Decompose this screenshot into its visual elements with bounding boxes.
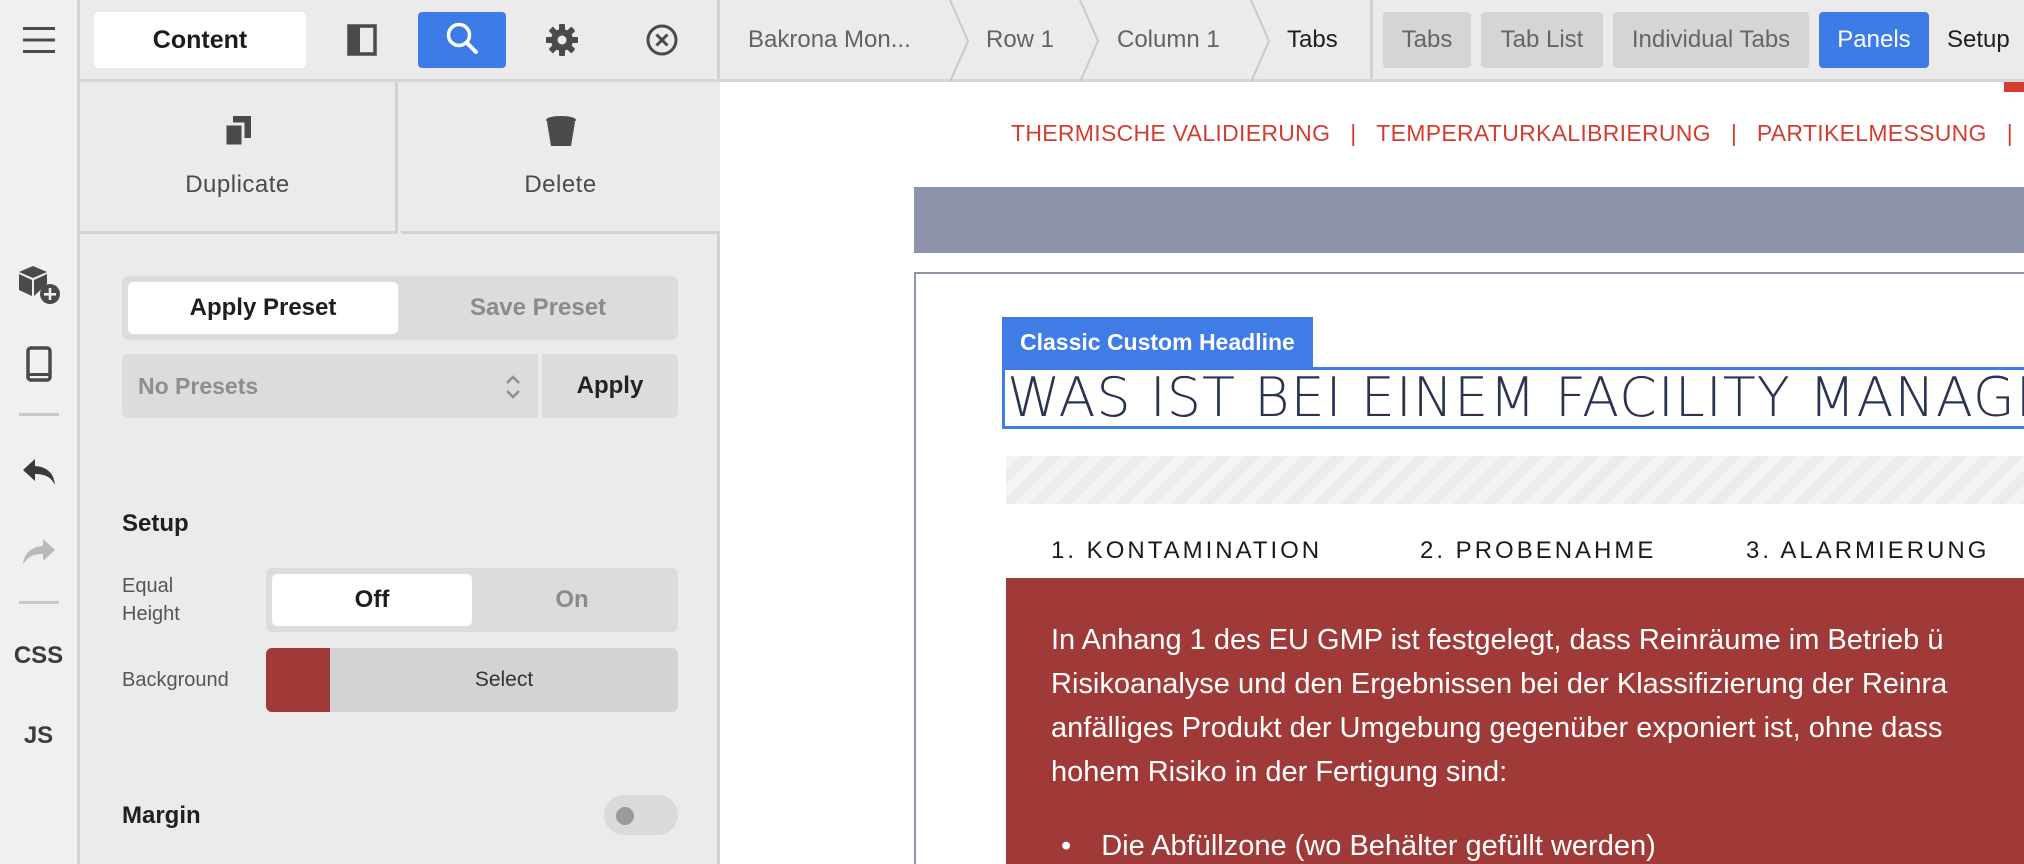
nav-link[interactable]: PARTIKELMESSUNG <box>1757 120 1987 146</box>
breadcrumb-item[interactable]: Column 1 <box>1117 0 1220 79</box>
preset-mode-toggle: Apply Preset Save Preset <box>122 276 678 340</box>
page-headline: WAS IST BEI EINEM FACILITY MANAGEME <box>1007 366 2024 429</box>
equal-height-off[interactable]: Off <box>272 574 472 626</box>
nav-separator: | <box>1350 120 1357 146</box>
equal-height-toggle: Off On <box>266 568 678 632</box>
content-tab-probenahme[interactable]: 2. PROBENAHME <box>1420 522 1656 580</box>
tab-panels[interactable]: Panels <box>1819 12 1929 68</box>
js-button[interactable]: JS <box>0 710 77 762</box>
content-tab-kontamination[interactable]: 1. KONTAMINATION <box>1051 522 1322 580</box>
breadcrumb-item[interactable]: Row 1 <box>986 0 1054 79</box>
nav-separator: | <box>2006 120 2013 146</box>
tab-individual-tabs[interactable]: Individual Tabs <box>1613 12 1809 68</box>
panel-list-item: • Die Abfüllzone (wo Behälter gefüllt we… <box>1061 830 1656 863</box>
breadcrumb-chevron-icon <box>949 0 970 82</box>
headline-selection-box[interactable]: WAS IST BEI EINEM FACILITY MANAGEME <box>1002 367 2024 429</box>
delete-label: Delete <box>524 171 597 198</box>
panel-text-line: anfälliges Produkt der Umgebung gegenübe… <box>1051 712 1943 744</box>
site-navigation: THERMISCHE VALIDIERUNG | TEMPERATURKALIBRI… <box>1011 120 2024 147</box>
tab-setup[interactable]: Setup <box>1939 12 2024 68</box>
equal-height-on[interactable]: On <box>472 574 672 626</box>
content-tabs: 1. KONTAMINATION 2. PROBENAHME 3. ALARMI… <box>1006 522 2024 582</box>
headline-element-tag[interactable]: Classic Custom Headline <box>1002 317 1313 367</box>
margin-toggle[interactable] <box>604 795 678 835</box>
content-tab[interactable]: Content <box>94 12 306 68</box>
mobile-preview-icon[interactable] <box>0 338 77 390</box>
panel-list-item-text: Die Abfüllzone (wo Behälter gefüllt werd… <box>1101 830 1656 862</box>
breadcrumb-item[interactable]: Bakrona Mon... <box>748 0 911 79</box>
select-chevrons-icon <box>504 374 522 406</box>
background-select-button[interactable]: Select <box>330 648 678 712</box>
rail-divider <box>19 601 59 604</box>
duplicate-icon <box>223 114 253 153</box>
redo-icon[interactable] <box>0 526 77 578</box>
apply-preset-button[interactable]: Apply <box>542 354 678 418</box>
tab-panel: In Anhang 1 des EU GMP ist festgelegt, d… <box>1006 578 2024 864</box>
panel-text-line: Risikoanalyse und den Ergebnissen bei de… <box>1051 668 1948 700</box>
undo-icon[interactable] <box>0 446 77 498</box>
background-label: Background <box>122 669 229 691</box>
margin-section-title: Margin <box>122 802 201 829</box>
save-preset-tab[interactable]: Save Preset <box>404 282 672 334</box>
inspector-toolbar: Content <box>80 0 720 82</box>
red-accent-mark <box>2004 82 2024 92</box>
equal-height-label-line1: Equal <box>122 575 174 597</box>
preset-select-value: No Presets <box>138 372 259 399</box>
trash-icon <box>544 114 578 153</box>
background-color-picker[interactable]: Select <box>266 648 678 712</box>
preset-select[interactable]: No Presets <box>122 354 538 418</box>
panel-text: In Anhang 1 des EU GMP ist festgelegt, d… <box>1051 618 2024 794</box>
css-button[interactable]: CSS <box>0 630 77 682</box>
search-icon <box>445 21 479 60</box>
rail-divider <box>19 413 59 416</box>
content-tab-alarmierung[interactable]: 3. ALARMIERUNG <box>1746 522 1989 580</box>
apply-preset-tab[interactable]: Apply Preset <box>128 282 398 334</box>
breadcrumb-chevron-icon <box>1250 0 1271 82</box>
panel-text-line: hohem Risiko in der Fertigung sind: <box>1051 756 1508 788</box>
setup-section-title: Setup <box>122 510 189 537</box>
breadcrumb-current[interactable]: Tabs <box>1287 0 1338 79</box>
tab-tabs[interactable]: Tabs <box>1383 12 1471 68</box>
hamburger-menu-icon[interactable] <box>0 14 77 66</box>
duplicate-button[interactable]: Duplicate <box>80 82 398 234</box>
tab-tab-list[interactable]: Tab List <box>1481 12 1603 68</box>
gear-icon[interactable] <box>532 12 592 68</box>
equal-height-label-line2: Height <box>122 603 180 625</box>
nav-link[interactable]: THERMISCHE VALIDIERUNG <box>1011 120 1330 146</box>
layout-panel-icon[interactable] <box>332 12 392 68</box>
bullet-dot: • <box>1061 830 1072 862</box>
nav-link[interactable]: TEMPERATURKALIBRIERUNG <box>1376 120 1711 146</box>
page-preview: THERMISCHE VALIDIERUNG | TEMPERATURKALIBRI… <box>723 82 2024 864</box>
close-icon[interactable] <box>632 12 692 68</box>
duplicate-label: Duplicate <box>185 171 290 198</box>
margin-toggle-knob <box>616 807 634 825</box>
nav-separator: | <box>1730 120 1737 146</box>
inspector-panel: Duplicate Delete Apply Preset Save Prese… <box>80 82 720 864</box>
panel-text-line: In Anhang 1 des EU GMP ist festgelegt, d… <box>1051 624 1944 656</box>
breadcrumb-chevron-icon <box>1079 0 1100 82</box>
add-element-icon[interactable] <box>0 258 77 310</box>
element-section-tabs: Tabs Tab List Individual Tabs Panels Set… <box>1370 0 2024 82</box>
breadcrumb: Bakrona Mon... Row 1 Column 1 Tabs <box>720 0 1370 82</box>
equal-height-label: Equal Height <box>122 572 180 628</box>
header-band <box>914 187 2024 253</box>
striped-divider <box>1006 456 2024 504</box>
delete-button[interactable]: Delete <box>401 82 720 234</box>
left-rail: CSS JS <box>0 0 80 864</box>
background-color-swatch[interactable] <box>266 648 330 712</box>
search-button[interactable] <box>418 12 506 68</box>
